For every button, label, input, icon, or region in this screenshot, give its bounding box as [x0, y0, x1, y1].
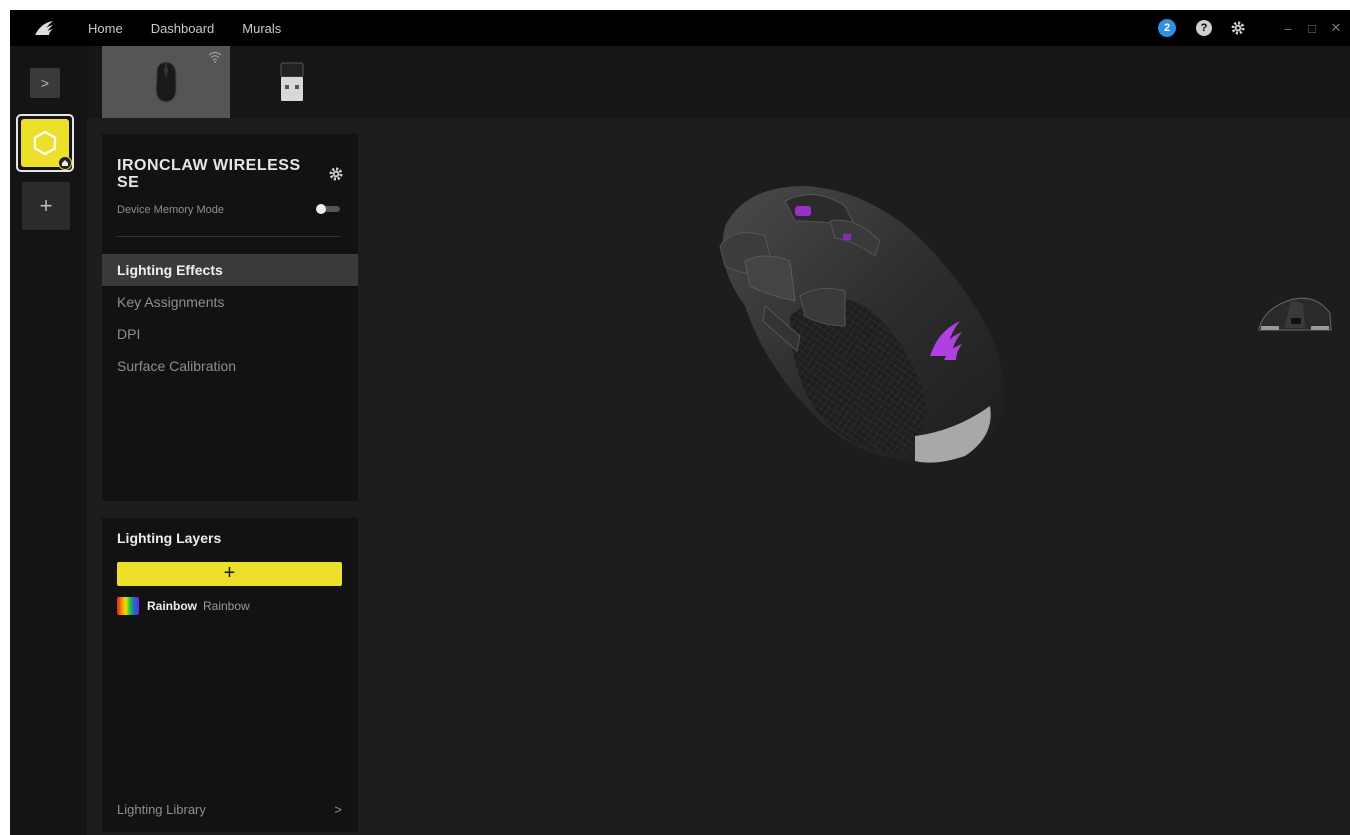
- device-canvas: [370, 118, 1350, 835]
- device-settings-gear-icon[interactable]: [328, 166, 344, 187]
- add-profile-button[interactable]: +: [22, 182, 70, 230]
- menu-lighting-effects[interactable]: Lighting Effects: [102, 254, 358, 286]
- profile-badge-icon: [58, 156, 72, 170]
- mouse-render-image: [719, 186, 1005, 463]
- lighting-layers-panel: Lighting Layers + Rainbow Rainbow Lighti…: [102, 518, 358, 832]
- profile-button[interactable]: [16, 114, 74, 172]
- device-strip: [87, 46, 1350, 118]
- device-name: IRONCLAW WIRELESS SE: [117, 157, 301, 191]
- memory-mode-label: Device Memory Mode: [117, 204, 224, 216]
- notification-badge[interactable]: 2: [1158, 19, 1176, 37]
- nav-dashboard[interactable]: Dashboard: [151, 21, 215, 36]
- gear-icon[interactable]: [1230, 20, 1246, 36]
- mouse-thumbnail-icon: [155, 61, 177, 103]
- memory-mode-toggle[interactable]: [316, 204, 340, 214]
- usb-dongle-icon: [280, 62, 304, 101]
- chevron-right-icon: >: [334, 802, 342, 817]
- lighting-library-label: Lighting Library: [117, 802, 206, 817]
- menu-surface-calibration[interactable]: Surface Calibration: [102, 350, 358, 382]
- nav-murals[interactable]: Murals: [242, 21, 281, 36]
- lighting-layers-title: Lighting Layers: [117, 530, 222, 546]
- help-icon[interactable]: ?: [1196, 20, 1212, 36]
- layer-name: Rainbow: [147, 599, 197, 613]
- lighting-library-link[interactable]: Lighting Library >: [117, 802, 342, 817]
- device-tab-dongle[interactable]: [267, 46, 317, 118]
- add-layer-button[interactable]: +: [117, 562, 342, 586]
- device-menu: Lighting Effects Key Assignments DPI Sur…: [102, 254, 358, 382]
- close-button[interactable]: ✕: [1326, 20, 1346, 36]
- hexagon-profile-icon: [21, 119, 72, 170]
- corsair-logo-icon[interactable]: [10, 10, 78, 46]
- titlebar-actions: 2 ? – □ ✕: [1158, 10, 1350, 46]
- mouse-side-render-image: [1258, 297, 1332, 331]
- title-bar: Home Dashboard Murals 2 ? – □ ✕: [10, 10, 1350, 46]
- top-nav: Home Dashboard Murals: [78, 10, 309, 46]
- layer-item[interactable]: Rainbow Rainbow: [117, 597, 250, 615]
- left-rail: > +: [10, 46, 87, 835]
- device-tab-mouse[interactable]: [102, 46, 230, 118]
- wifi-icon: [208, 50, 222, 68]
- minimize-button[interactable]: –: [1278, 21, 1298, 36]
- device-panel: IRONCLAW WIRELESS SE Device Memory Mode …: [102, 134, 358, 501]
- layer-effect: Rainbow: [203, 599, 250, 613]
- menu-dpi[interactable]: DPI: [102, 318, 358, 350]
- expand-rail-button[interactable]: >: [30, 68, 60, 98]
- rainbow-swatch-icon: [117, 597, 139, 615]
- divider: [117, 236, 341, 237]
- maximize-button[interactable]: □: [1302, 21, 1322, 36]
- nav-home[interactable]: Home: [88, 21, 123, 36]
- menu-key-assignments[interactable]: Key Assignments: [102, 286, 358, 318]
- app-window: Home Dashboard Murals 2 ? – □ ✕ > + IRON…: [10, 10, 1350, 835]
